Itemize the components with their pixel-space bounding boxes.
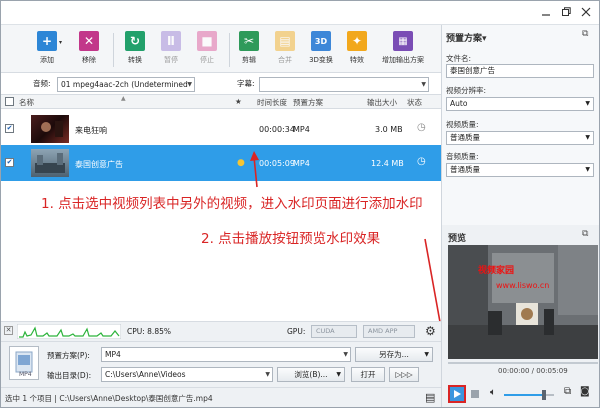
volume-level <box>504 394 544 396</box>
audio-quality-select[interactable]: 普通质量 ▼ <box>446 163 594 177</box>
save-as-label: 另存为... <box>379 350 409 359</box>
output-dir-value: C:\Users\Anne\Videos <box>105 370 186 379</box>
gpu-label: GPU: <box>287 327 306 336</box>
volume-slider[interactable] <box>504 390 554 400</box>
status-text: 选中 1 个项目 | C:\Users\Anne\Desktop\泰国创意广告.… <box>5 394 213 403</box>
output-dir-label: 输出目录(D): <box>47 371 92 380</box>
video-quality-label: 视频质量: <box>446 120 479 129</box>
playback-time: 00:00:00 / 00:05:09 <box>498 367 568 375</box>
chevron-down-icon: ▼ <box>424 351 429 358</box>
filename-input[interactable]: 泰国创意广告 <box>446 64 594 78</box>
preview-title: 预览 <box>448 234 467 244</box>
svg-text:MP4: MP4 <box>19 371 32 378</box>
chevron-down-icon: ▼ <box>343 351 348 358</box>
gear-icon[interactable]: ⚙ <box>425 324 436 338</box>
annotation-step2: 2. 点击播放按钮预览水印效果 <box>201 231 381 247</box>
audio-quality-value: 普通质量 <box>450 165 480 174</box>
play-button[interactable] <box>448 385 466 403</box>
chevron-down-icon: ▼ <box>265 371 270 378</box>
watermark-title: 视频家园 <box>478 266 515 276</box>
output-settings: MP4 预置方案(P): MP4 ▼ 另存为... ▼ 输出目录(D): C:\… <box>1 341 441 387</box>
cpu-status-bar: ✕ CPU: 8.85% GPU: CUDA AMD APP ⚙ <box>1 321 441 341</box>
stop-icon[interactable] <box>471 390 479 398</box>
open-folder-button[interactable]: 打开 <box>351 367 385 382</box>
cpu-graph <box>17 324 121 339</box>
popout-icon[interactable]: ⧉ <box>582 229 588 239</box>
more-options-button[interactable]: ▷▷▷ <box>389 367 419 382</box>
profile-panel-title[interactable]: 预置方案▾ <box>446 31 487 44</box>
annotation-step1: 1. 点击选中视频列表中另外的视频，进入水印页面进行添加水印 <box>41 196 423 212</box>
browse-label: 浏览(B)... <box>294 370 328 379</box>
profile-label: 预置方案(P): <box>47 351 90 360</box>
watermark-url: www.liswo.cn <box>496 281 550 290</box>
volume-icon[interactable]: 🔈︎ <box>490 387 496 398</box>
resolution-value: Auto <box>450 99 468 108</box>
log-icon[interactable]: ▤ <box>425 391 435 404</box>
browse-button[interactable]: 浏览(B)... ▼ <box>277 367 345 382</box>
output-dir-select[interactable]: C:\Users\Anne\Videos ▼ <box>101 367 273 382</box>
camera-icon[interactable]: ◙ <box>580 386 590 397</box>
play-icon <box>454 390 461 398</box>
save-as-button[interactable]: 另存为... ▼ <box>355 347 433 362</box>
more-options-label: ▷▷▷ <box>395 370 413 379</box>
profile-format-icon: MP4 <box>9 346 39 380</box>
profile-settings-panel: 预置方案▾ ⧉ 文件名: 泰国创意广告 视频分辨率: Auto ▼ 视频质量: … <box>441 25 599 225</box>
profile-select[interactable]: MP4 ▼ <box>101 347 351 362</box>
cuda-label: CUDA <box>316 327 335 335</box>
annotation-arrow-step1 <box>253 156 258 188</box>
volume-handle[interactable] <box>542 390 546 400</box>
audio-quality-label: 音频质量: <box>446 152 479 161</box>
snapshot-folder-icon[interactable]: ⧉ <box>564 386 571 397</box>
amd-app-label: AMD APP <box>368 327 398 335</box>
chevron-down-icon: ▼ <box>336 371 341 378</box>
profile-value: MP4 <box>105 350 121 359</box>
chevron-down-icon: ▼ <box>585 100 590 107</box>
video-preview[interactable]: 视频家园 www.liswo.cn <box>448 245 598 359</box>
video-quality-value: 普通质量 <box>450 133 480 142</box>
annotation-arrowhead-step1 <box>250 151 259 161</box>
amd-app-toggle[interactable]: AMD APP <box>363 325 415 338</box>
seek-bar[interactable] <box>448 362 598 364</box>
chevron-down-icon: ▼ <box>585 134 590 141</box>
resolution-label: 视频分辨率: <box>446 86 487 95</box>
cuda-toggle[interactable]: CUDA <box>311 325 357 338</box>
popout-icon[interactable]: ⧉ <box>582 29 588 39</box>
video-frame <box>448 245 598 359</box>
preview-panel: 预览 ⧉ 视频家园 www.liswo.cn 00:00:00 / 00:05:… <box>441 225 599 407</box>
filename-value: 泰国创意广告 <box>450 66 495 75</box>
close-icon[interactable]: ✕ <box>4 326 13 335</box>
resolution-select[interactable]: Auto ▼ <box>446 97 594 111</box>
chevron-down-icon: ▼ <box>585 166 590 173</box>
cpu-usage: CPU: 8.85% <box>127 327 171 336</box>
filename-label: 文件名: <box>446 54 472 63</box>
video-quality-select[interactable]: 普通质量 ▼ <box>446 131 594 145</box>
status-bar: 选中 1 个项目 | C:\Users\Anne\Desktop\泰国创意广告.… <box>1 387 441 407</box>
app-window: + 添加 ▾ ✕ 移除 ↻ 转换 Ⅱ 暂停 ■ 停止 ✂ 剪辑 ▤ 合并 3D … <box>0 0 600 408</box>
open-label: 打开 <box>360 370 376 379</box>
